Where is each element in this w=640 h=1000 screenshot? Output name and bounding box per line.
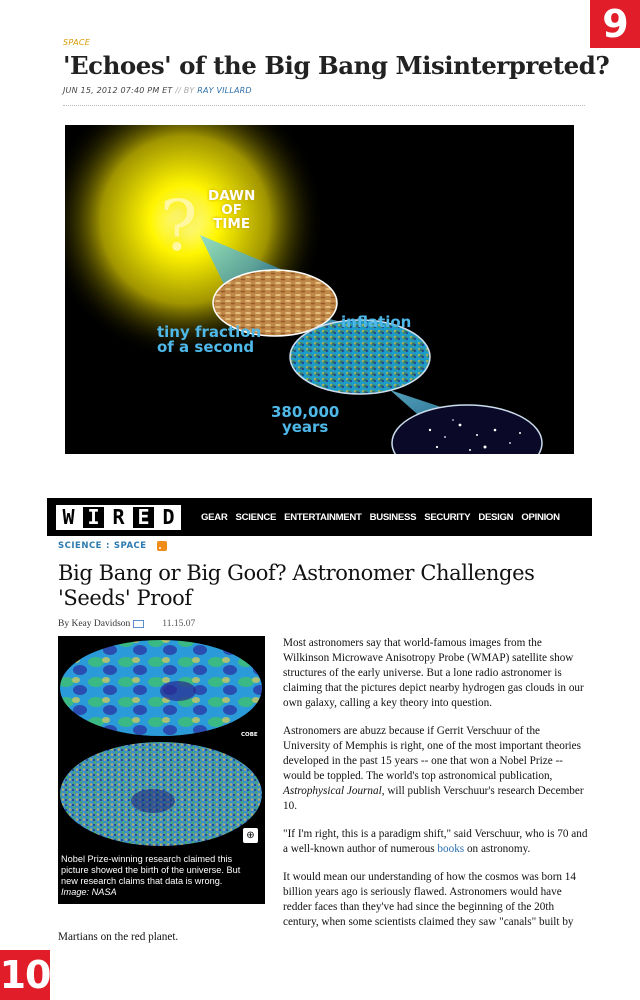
article-2-date: 11.15.07 bbox=[162, 619, 196, 629]
page-number-badge-9: 9 bbox=[590, 0, 640, 48]
meta-separator: // BY bbox=[172, 86, 198, 95]
article-1-meta: JUN 15, 2012 07:40 PM ET // BY RAY VILLA… bbox=[63, 86, 593, 95]
logo-letter-w: W bbox=[56, 504, 81, 530]
crumb-science[interactable]: SCIENCE bbox=[58, 541, 102, 551]
years-line-2: years bbox=[281, 418, 329, 436]
nav-gear[interactable]: GEAR bbox=[201, 512, 228, 523]
dawn-line-1: DAWN bbox=[208, 188, 256, 204]
books-link[interactable]: books bbox=[437, 843, 464, 855]
big-bang-timeline-image: ? DAWN OF TIME inflation tiny fraction o… bbox=[65, 125, 574, 454]
nav-science[interactable]: SCIENCE bbox=[236, 512, 277, 523]
article-2-body: Most astronomers say that world-famous i… bbox=[58, 636, 588, 958]
dawn-line-3: TIME bbox=[213, 216, 251, 232]
label-380000-years: 380,000 years bbox=[271, 405, 339, 435]
crumb-space[interactable]: SPACE bbox=[114, 541, 147, 551]
logo-letter-d: D bbox=[156, 504, 181, 530]
figure-spacer bbox=[58, 636, 283, 916]
wired-nav: GEAR SCIENCE ENTERTAINMENT BUSINESS SECU… bbox=[201, 512, 568, 523]
p2-text-a: Astronomers are abuzz because if Gerrit … bbox=[283, 725, 581, 782]
label-dawn-of-time: DAWN OF TIME bbox=[208, 189, 255, 231]
byline: By Keay Davidson 11.15.07 bbox=[58, 619, 588, 629]
page-number-badge-10: 10 bbox=[0, 950, 51, 1000]
article-1-date: JUN 15, 2012 07:40 PM ET bbox=[63, 86, 173, 95]
author-name: By Keay Davidson bbox=[58, 619, 131, 629]
logo-letter-r: R bbox=[106, 504, 131, 530]
article-1-title[interactable]: 'Echoes' of the Big Bang Misinterpreted? bbox=[63, 51, 610, 80]
title-line-2: 'Seeds' Proof bbox=[58, 586, 192, 610]
nav-opinion[interactable]: OPINION bbox=[521, 512, 560, 523]
nav-security[interactable]: SECURITY bbox=[424, 512, 470, 523]
article-2-header: SCIENCE : SPACE Big Bang or Big Goof? As… bbox=[58, 541, 588, 629]
dawn-line-2: OF bbox=[221, 202, 242, 218]
p3-text-a: "If I'm right, this is a paradigm shift,… bbox=[283, 828, 588, 855]
p3-text-b: on astronomy. bbox=[464, 843, 531, 855]
nav-business[interactable]: BUSINESS bbox=[370, 512, 417, 523]
breadcrumb: SCIENCE : SPACE bbox=[58, 541, 588, 551]
article-1: SPACE 'Echoes' of the Big Bang Misinterp… bbox=[63, 38, 610, 106]
nav-design[interactable]: DESIGN bbox=[478, 512, 513, 523]
wired-header-bar: W I R E D GEAR SCIENCE ENTERTAINMENT BUS… bbox=[47, 498, 592, 536]
rss-icon[interactable] bbox=[156, 541, 167, 551]
logo-letter-e: E bbox=[131, 504, 156, 530]
wired-logo[interactable]: W I R E D bbox=[56, 504, 181, 530]
article-2-title: Big Bang or Big Goof? Astronomer Challen… bbox=[58, 561, 588, 611]
journal-name: Astrophysical Journal bbox=[283, 785, 382, 797]
logo-letter-i: I bbox=[81, 504, 106, 530]
label-inflation: inflation bbox=[341, 313, 412, 331]
nav-entertainment[interactable]: ENTERTAINMENT bbox=[284, 512, 362, 523]
tiny-line-2: of a second bbox=[157, 338, 255, 356]
dotted-divider bbox=[63, 105, 585, 106]
question-mark-icon: ? bbox=[160, 185, 198, 267]
crumb-separator: : bbox=[106, 541, 110, 551]
email-icon[interactable] bbox=[133, 620, 145, 628]
label-tiny-fraction: tiny fraction of a second bbox=[157, 325, 261, 355]
category-label[interactable]: SPACE bbox=[63, 38, 593, 47]
title-line-1: Big Bang or Big Goof? Astronomer Challen… bbox=[58, 561, 535, 585]
article-1-author-link[interactable]: RAY VILLARD bbox=[197, 86, 252, 95]
